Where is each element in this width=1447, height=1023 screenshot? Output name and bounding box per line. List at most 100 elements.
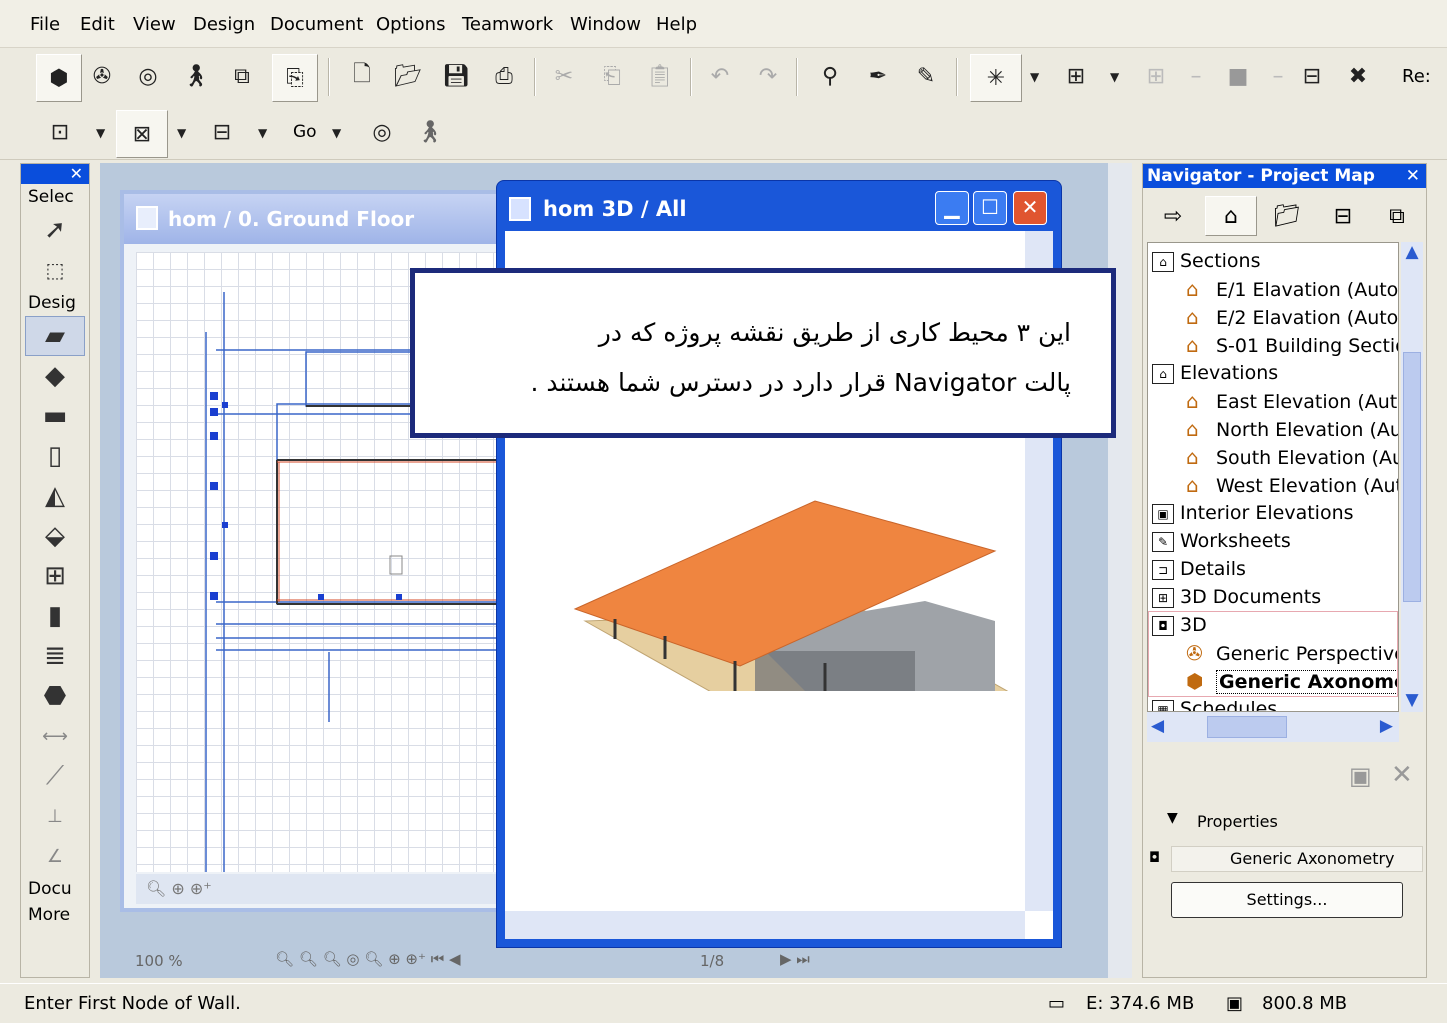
orbit-icon[interactable]: ◎: [362, 112, 402, 152]
new-file-icon[interactable]: 🗋︎: [342, 56, 382, 96]
slab-tool-icon[interactable]: ◆: [25, 356, 85, 396]
zone-tool-icon[interactable]: ⟷: [25, 716, 85, 756]
tree-item[interactable]: ⌂ North Elevation (Autc: [1186, 415, 1398, 443]
horizontal-scrollbar[interactable]: [505, 911, 1025, 939]
toolbox-section-more[interactable]: More: [21, 902, 89, 928]
walk-icon[interactable]: 🚶︎: [410, 112, 450, 152]
scroll-thumb[interactable]: [1403, 352, 1421, 602]
view-map-icon[interactable]: 📁︎: [1261, 196, 1313, 236]
redo-icon[interactable]: ↷: [748, 56, 788, 96]
find-select-icon[interactable]: ⚲: [810, 56, 850, 96]
beam-tool-icon[interactable]: ▬: [25, 396, 85, 436]
grid-icon[interactable]: ⊞: [1136, 56, 1176, 96]
line-tool-icon[interactable]: ⟋: [25, 756, 85, 796]
delete-icon[interactable]: ✕: [1391, 760, 1413, 790]
maximize-icon[interactable]: ☐: [973, 191, 1007, 225]
zoom-icons[interactable]: 🔍︎ 🔍︎ 🔍︎ ◎ 🔍︎ ⊕ ⊕⁺ ⏮ ◀: [275, 950, 461, 968]
menu-window[interactable]: Window: [570, 14, 641, 35]
paste-icon[interactable]: 📋︎: [640, 56, 680, 96]
layout-icon[interactable]: ⊟: [202, 112, 242, 152]
dimension-tool-icon[interactable]: ⊥: [25, 796, 85, 836]
next-page-icon[interactable]: ▶ ⏭: [780, 950, 810, 968]
menu-edit[interactable]: Edit: [80, 14, 115, 35]
scroll-down-icon[interactable]: ▼: [1401, 690, 1423, 712]
properties-view-name[interactable]: Generic Axonometry: [1171, 846, 1423, 872]
chevron-down-icon[interactable]: ▼: [332, 126, 341, 140]
tree-item[interactable]: ▣ Interior Elevations: [1152, 499, 1354, 527]
close-icon[interactable]: ✕: [1013, 191, 1047, 225]
walk-icon[interactable]: 🚶︎: [176, 56, 216, 96]
3d-window-icon[interactable]: ⬢: [36, 54, 82, 102]
navigator-mode-icon[interactable]: ⇨: [1147, 196, 1199, 236]
angle-tool-icon[interactable]: ∠: [25, 836, 85, 876]
window-tool-icon[interactable]: ⊞: [25, 556, 85, 596]
wall-tool-icon[interactable]: ▰: [25, 316, 85, 356]
menu-design[interactable]: Design: [193, 14, 255, 35]
layer-icon[interactable]: ⊞: [1056, 56, 1096, 96]
eyedropper-icon[interactable]: ✒: [858, 56, 898, 96]
chevron-down-icon[interactable]: ▼: [1030, 70, 1039, 84]
properties-label[interactable]: Properties: [1197, 812, 1278, 831]
camera-icon[interactable]: ✇: [82, 56, 122, 96]
settings-button[interactable]: Settings...: [1171, 882, 1403, 918]
zoom-level[interactable]: 100 %: [135, 952, 183, 970]
suspend-groups-icon[interactable]: ✳: [970, 54, 1022, 102]
close-icon[interactable]: ✕: [21, 164, 89, 184]
chevron-down-icon[interactable]: ▼: [258, 126, 267, 140]
close-icon[interactable]: ✕: [1406, 164, 1420, 188]
print-icon[interactable]: ⎙: [484, 56, 524, 96]
tree-item[interactable]: ⌂ East Elevation (Auto-: [1186, 387, 1398, 415]
tree-item[interactable]: ⌂ South Elevation (Aut: [1186, 443, 1398, 471]
chevron-down-icon[interactable]: ▼: [177, 126, 186, 140]
column-tool-icon[interactable]: ▯: [25, 436, 85, 476]
dash-icon[interactable]: –: [1176, 56, 1216, 96]
3d-view-icon[interactable]: ⊠: [116, 110, 168, 158]
project-map-icon[interactable]: ⌂: [1205, 196, 1257, 236]
tree-item[interactable]: ▦ Schedules: [1152, 695, 1277, 711]
copy-icon[interactable]: ⎗: [592, 56, 632, 96]
floor-plan-icon[interactable]: ⊡: [40, 112, 80, 152]
minimize-icon[interactable]: ▁: [935, 191, 969, 225]
door-tool-icon[interactable]: ▮: [25, 596, 85, 636]
tree-item[interactable]: ⌂ West Elevation (Autc: [1186, 471, 1398, 499]
tree-item[interactable]: ✎ Worksheets: [1152, 527, 1291, 555]
render-icon[interactable]: ⎘: [272, 54, 318, 102]
tree-item[interactable]: ⌂ S-01 Building Section: [1186, 331, 1398, 359]
save-icon[interactable]: 💾︎: [436, 56, 476, 96]
cut-icon[interactable]: ✂: [544, 56, 584, 96]
tree-item[interactable]: ⌂ E/1 Elavation (Auto-r: [1186, 275, 1398, 303]
tree-item[interactable]: ⌂ E/2 Elavation (Auto-r: [1186, 303, 1398, 331]
tree-item[interactable]: ⊞ 3D Documents: [1152, 583, 1321, 611]
tree-item[interactable]: ⌂ Elevations: [1152, 359, 1278, 387]
syringe-icon[interactable]: ✎: [906, 56, 946, 96]
tree-item[interactable]: ⌂ Sections: [1152, 247, 1261, 275]
publisher-icon[interactable]: ⧉: [1371, 196, 1423, 236]
tree-vertical-scrollbar[interactable]: ▲ ▼: [1401, 242, 1423, 712]
scroll-right-icon[interactable]: ▶: [1380, 716, 1393, 736]
fill-icon[interactable]: ■: [1218, 56, 1258, 96]
menu-help[interactable]: Help: [656, 14, 697, 35]
menu-file[interactable]: File: [30, 14, 60, 35]
stair-tool-icon[interactable]: ≣: [25, 636, 85, 676]
roof-tool-icon[interactable]: ◭: [25, 476, 85, 516]
new-view-icon[interactable]: ▣: [1349, 762, 1372, 790]
chevron-down-icon[interactable]: ▼: [1110, 70, 1119, 84]
tree-item[interactable]: ⊐ Details: [1152, 555, 1246, 583]
orbit-icon[interactable]: ◎: [128, 56, 168, 96]
scroll-up-icon[interactable]: ▲: [1401, 242, 1423, 264]
explore-icon[interactable]: ⧉: [222, 56, 262, 96]
expand-triangle-icon[interactable]: ▼: [1167, 810, 1178, 826]
zoom-controls[interactable]: 🔍︎ ⊕ ⊕⁺: [136, 874, 499, 904]
scroll-left-icon[interactable]: ◀: [1151, 716, 1164, 736]
undo-icon[interactable]: ↶: [700, 56, 740, 96]
shell-tool-icon[interactable]: ⬙: [25, 516, 85, 556]
layout-book-icon[interactable]: ⊟: [1317, 196, 1369, 236]
scroll-thumb[interactable]: [1207, 716, 1287, 738]
marquee-icon[interactable]: ⬚: [25, 250, 85, 290]
menu-options[interactable]: Options: [376, 14, 445, 35]
close-icon[interactable]: ✖: [1338, 56, 1378, 96]
project-map-tree[interactable]: ⌂ Sections ⌂ E/1 Elavation (Auto-r ⌂ E/2 Elav…: [1147, 242, 1399, 712]
chevron-down-icon[interactable]: ▼: [96, 126, 105, 140]
dimension-icon[interactable]: ⊟: [1292, 56, 1332, 96]
menu-teamwork[interactable]: Teamwork: [462, 14, 553, 35]
